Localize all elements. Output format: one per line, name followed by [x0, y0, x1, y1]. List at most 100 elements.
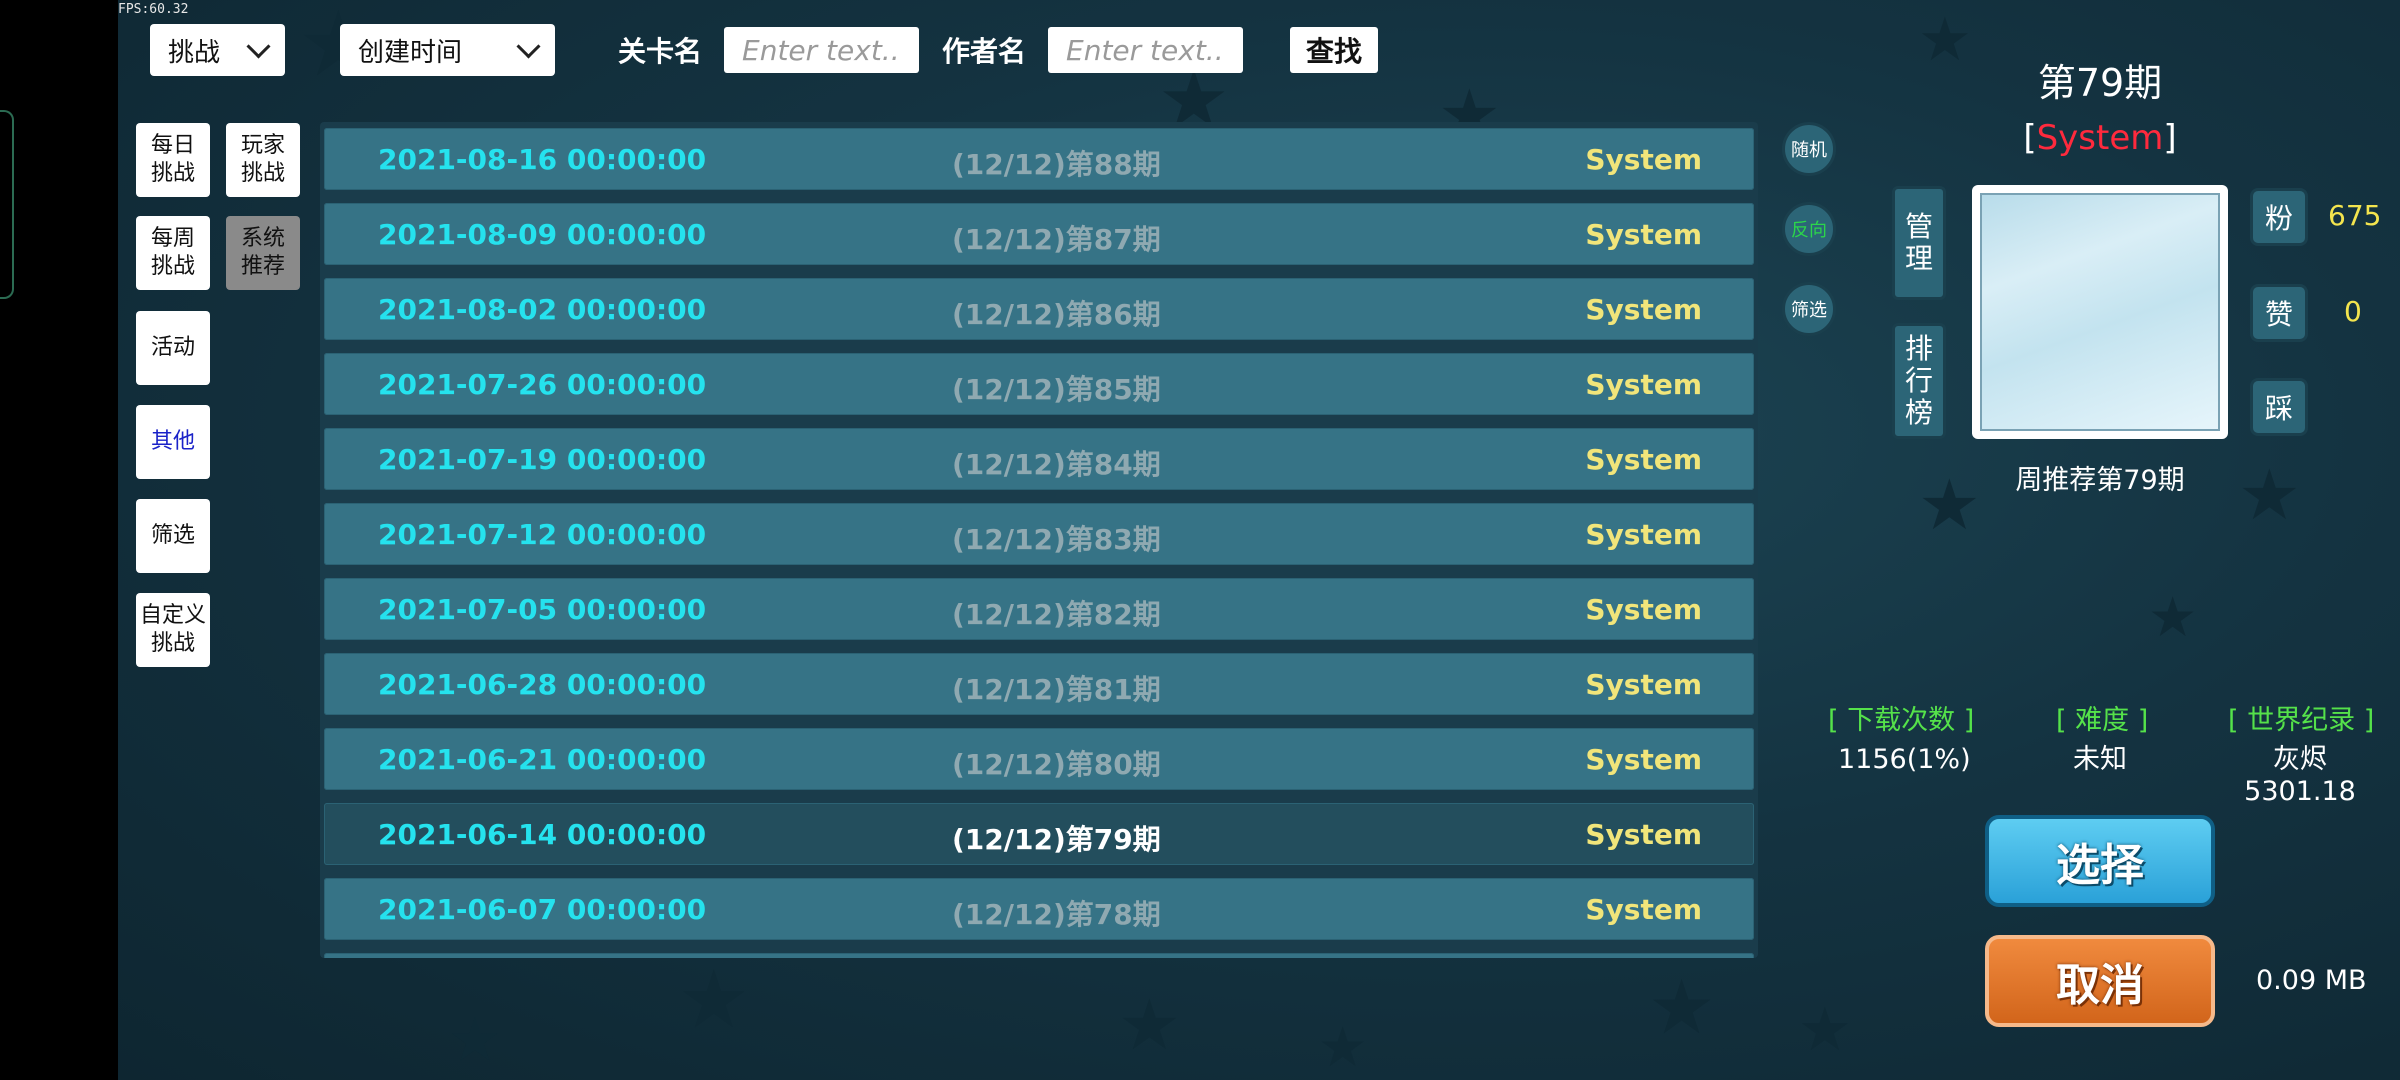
file-size: 0.09 MB	[2256, 965, 2367, 996]
challenge-list[interactable]: 2021-08-16 00:00:00 (12/12)第88期 System 2…	[320, 122, 1758, 958]
preview-caption: 周推荐第79期	[2015, 465, 2185, 496]
custom-challenge-button[interactable]: 自定义 挑战	[136, 593, 210, 667]
list-item[interactable]: 2021-06-28 00:00:00 (12/12)第81期 System	[324, 653, 1754, 715]
sort-dropdown[interactable]: 创建时间	[340, 24, 555, 76]
event-button[interactable]: 活动	[136, 311, 210, 385]
world-record-label: [ 世界纪录 ]	[2228, 705, 2375, 736]
fans-button[interactable]: 粉	[2250, 188, 2308, 246]
list-item[interactable]: 2021-06-07 00:00:00 (12/12)第78期 System	[324, 878, 1754, 940]
list-item[interactable]: 2021-07-05 00:00:00 (12/12)第82期 System	[324, 578, 1754, 640]
list-item-date: 2021-08-02 00:00:00	[378, 293, 707, 326]
list-filter-button[interactable]: 筛选	[1782, 282, 1836, 336]
star-icon: ★	[1648, 963, 1716, 1051]
list-item[interactable]: 2021-07-12 00:00:00 (12/12)第83期 System	[324, 503, 1754, 565]
list-item-author: System	[1585, 293, 1702, 326]
leaderboard-label-char: 排	[1904, 332, 1933, 365]
category-filter-button[interactable]: 筛选	[136, 499, 210, 573]
author-name: System	[2036, 118, 2164, 158]
daily-challenge-button[interactable]: 每日 挑战	[136, 123, 210, 197]
list-item-author: System	[1585, 443, 1702, 476]
detail-author: [System]	[1950, 118, 2250, 158]
list-item-date: 2021-08-16 00:00:00	[378, 143, 707, 176]
manage-button[interactable]: 管 理	[1892, 186, 1946, 300]
list-item[interactable]: 2021-07-26 00:00:00 (12/12)第85期 System	[324, 353, 1754, 415]
level-preview	[1972, 185, 2228, 439]
random-button[interactable]: 随机	[1782, 122, 1836, 176]
list-item[interactable]: 2021-07-19 00:00:00 (12/12)第84期 System	[324, 428, 1754, 490]
star-icon: ★	[2148, 585, 2198, 649]
weekly-challenge-button[interactable]: 每周 挑战	[136, 216, 210, 290]
list-item-selected[interactable]: 2021-06-14 00:00:00 (12/12)第79期 System	[324, 803, 1754, 865]
system-recommend-button[interactable]: 系统 推荐	[226, 216, 300, 290]
list-item-title: (12/12)第78期	[952, 898, 1161, 931]
leaderboard-button[interactable]: 排 行 榜	[1892, 323, 1946, 439]
list-item-title: (12/12)第87期	[952, 223, 1161, 256]
other-button[interactable]: 其他	[136, 405, 210, 479]
star-icon: ★	[678, 953, 750, 1046]
type-dropdown-value: 挑战	[168, 37, 221, 68]
list-item-title: (12/12)第80期	[952, 748, 1161, 781]
level-name-input[interactable]	[724, 27, 919, 73]
list-item[interactable]: 2021-06-21 00:00:00 (12/12)第80期 System	[324, 728, 1754, 790]
downloads-label: [ 下载次数 ]	[1828, 705, 1975, 736]
star-icon: ★	[448, 1005, 502, 1075]
list-item-partial[interactable]	[324, 953, 1754, 958]
list-item-author: System	[1585, 593, 1702, 626]
author-bracket-close: ]	[2163, 118, 2177, 158]
author-bracket-open: [	[2023, 118, 2037, 158]
list-item-title: (12/12)第86期	[952, 298, 1161, 331]
type-dropdown[interactable]: 挑战	[150, 24, 285, 76]
player-challenge-button[interactable]: 玩家 挑战	[226, 123, 300, 197]
list-item-date: 2021-07-12 00:00:00	[378, 518, 707, 551]
list-item-title: (12/12)第88期	[952, 148, 1161, 181]
difficulty-value: 未知	[2073, 744, 2127, 775]
list-item-author: System	[1585, 818, 1702, 851]
list-item-title: (12/12)第79期	[952, 823, 1161, 856]
left-bezel	[0, 110, 14, 299]
list-item-author: System	[1585, 893, 1702, 926]
chevron-down-icon	[516, 33, 541, 59]
list-item-date: 2021-08-09 00:00:00	[378, 218, 707, 251]
world-record-score: 5301.18	[2244, 776, 2356, 807]
list-item[interactable]: 2021-08-09 00:00:00 (12/12)第87期 System	[324, 203, 1754, 265]
list-item-author: System	[1585, 743, 1702, 776]
list-item-title: (12/12)第85期	[952, 373, 1161, 406]
chevron-down-icon	[246, 33, 271, 59]
sort-dropdown-value: 创建时间	[358, 37, 463, 68]
world-record-value: 灰烬 5301.18	[2240, 744, 2360, 808]
list-item-date: 2021-06-21 00:00:00	[378, 743, 707, 776]
star-icon: ★	[1118, 984, 1181, 1066]
downloads-value: 1156(1%)	[1838, 744, 1971, 775]
detail-title: 第79期	[2037, 61, 2163, 105]
list-item-date: 2021-06-14 00:00:00	[378, 818, 707, 851]
cancel-button[interactable]: 取消	[1985, 935, 2215, 1027]
difficulty-label: [ 难度 ]	[2056, 705, 2149, 736]
list-item[interactable]: 2021-08-16 00:00:00 (12/12)第88期 System	[324, 128, 1754, 190]
search-button[interactable]: 查找	[1290, 27, 1378, 73]
list-item-title: (12/12)第84期	[952, 448, 1161, 481]
fans-count: 675	[2328, 199, 2382, 232]
star-icon: ★	[1798, 995, 1852, 1065]
like-button[interactable]: 赞	[2250, 284, 2308, 342]
manage-label-char: 理	[1904, 242, 1933, 275]
list-item-title: (12/12)第83期	[952, 523, 1161, 556]
list-item-date: 2021-07-19 00:00:00	[378, 443, 707, 476]
select-button[interactable]: 选择	[1985, 815, 2215, 907]
fps-counter: FPS:60.32	[118, 2, 189, 17]
level-preview-image	[1980, 193, 2220, 431]
list-item-author: System	[1585, 518, 1702, 551]
reverse-button[interactable]: 反向	[1782, 202, 1836, 256]
list-item-author: System	[1585, 668, 1702, 701]
author-name-label: 作者名	[942, 35, 1027, 68]
list-item[interactable]: 2021-08-02 00:00:00 (12/12)第86期 System	[324, 278, 1754, 340]
leaderboard-label-char: 行	[1904, 364, 1933, 397]
level-name-label: 关卡名	[618, 35, 703, 68]
leaderboard-label-char: 榜	[1904, 396, 1933, 429]
list-item-author: System	[1585, 218, 1702, 251]
manage-label-char: 管	[1904, 210, 1933, 243]
list-item-date: 2021-07-26 00:00:00	[378, 368, 707, 401]
list-item-date: 2021-06-28 00:00:00	[378, 668, 707, 701]
author-name-input[interactable]	[1048, 27, 1243, 73]
world-record-holder: 灰烬	[2273, 744, 2327, 775]
dislike-button[interactable]: 踩	[2250, 378, 2308, 436]
